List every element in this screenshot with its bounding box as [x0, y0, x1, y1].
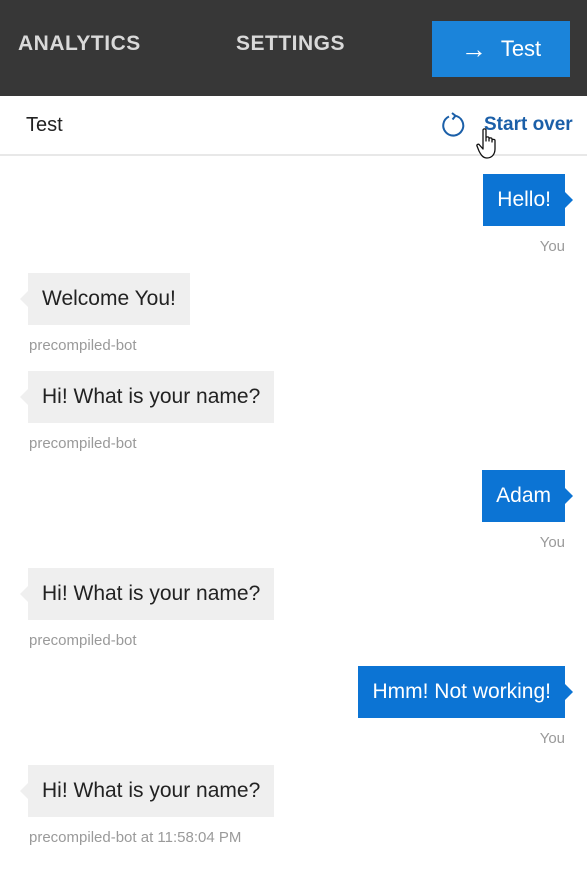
message-bubble-bot: Welcome You!	[20, 273, 190, 325]
refresh-icon	[442, 112, 465, 137]
test-button-label: Test	[500, 36, 542, 61]
start-over-button[interactable]: Start over	[440, 112, 573, 138]
message-sender: You	[539, 534, 565, 551]
message-sender: precompiled-bot	[29, 337, 137, 354]
message-sender: precompiled-bot	[29, 632, 137, 649]
test-button[interactable]: → Test	[432, 21, 570, 77]
panel-title: Test	[26, 114, 63, 136]
message-bubble-bot: Hi! What is your name?	[19, 765, 275, 817]
nav-settings-link[interactable]: SETTINGS	[236, 32, 345, 56]
arrow-right-icon: →	[460, 34, 487, 64]
message-sender: precompiled-bot	[29, 435, 137, 452]
message-bubble-user: Hello!	[483, 174, 573, 226]
message-timestamp: precompiled-bot at 11:58:04 PM	[29, 829, 242, 846]
top-nav-bar: ANALYTICS SETTINGS → Test	[0, 0, 587, 96]
hand-cursor-icon	[476, 128, 496, 159]
message-sender: You	[539, 730, 565, 747]
message-sender: You	[539, 238, 565, 255]
message-bubble-bot: Hi! What is your name?	[19, 568, 275, 620]
message-bubble-user: Hmm! Not working!	[358, 666, 573, 718]
message-bubble-bot: Hi! What is your name?	[19, 371, 275, 423]
message-bubble-user: Adam	[482, 470, 573, 522]
nav-analytics-link[interactable]: ANALYTICS	[18, 32, 141, 56]
